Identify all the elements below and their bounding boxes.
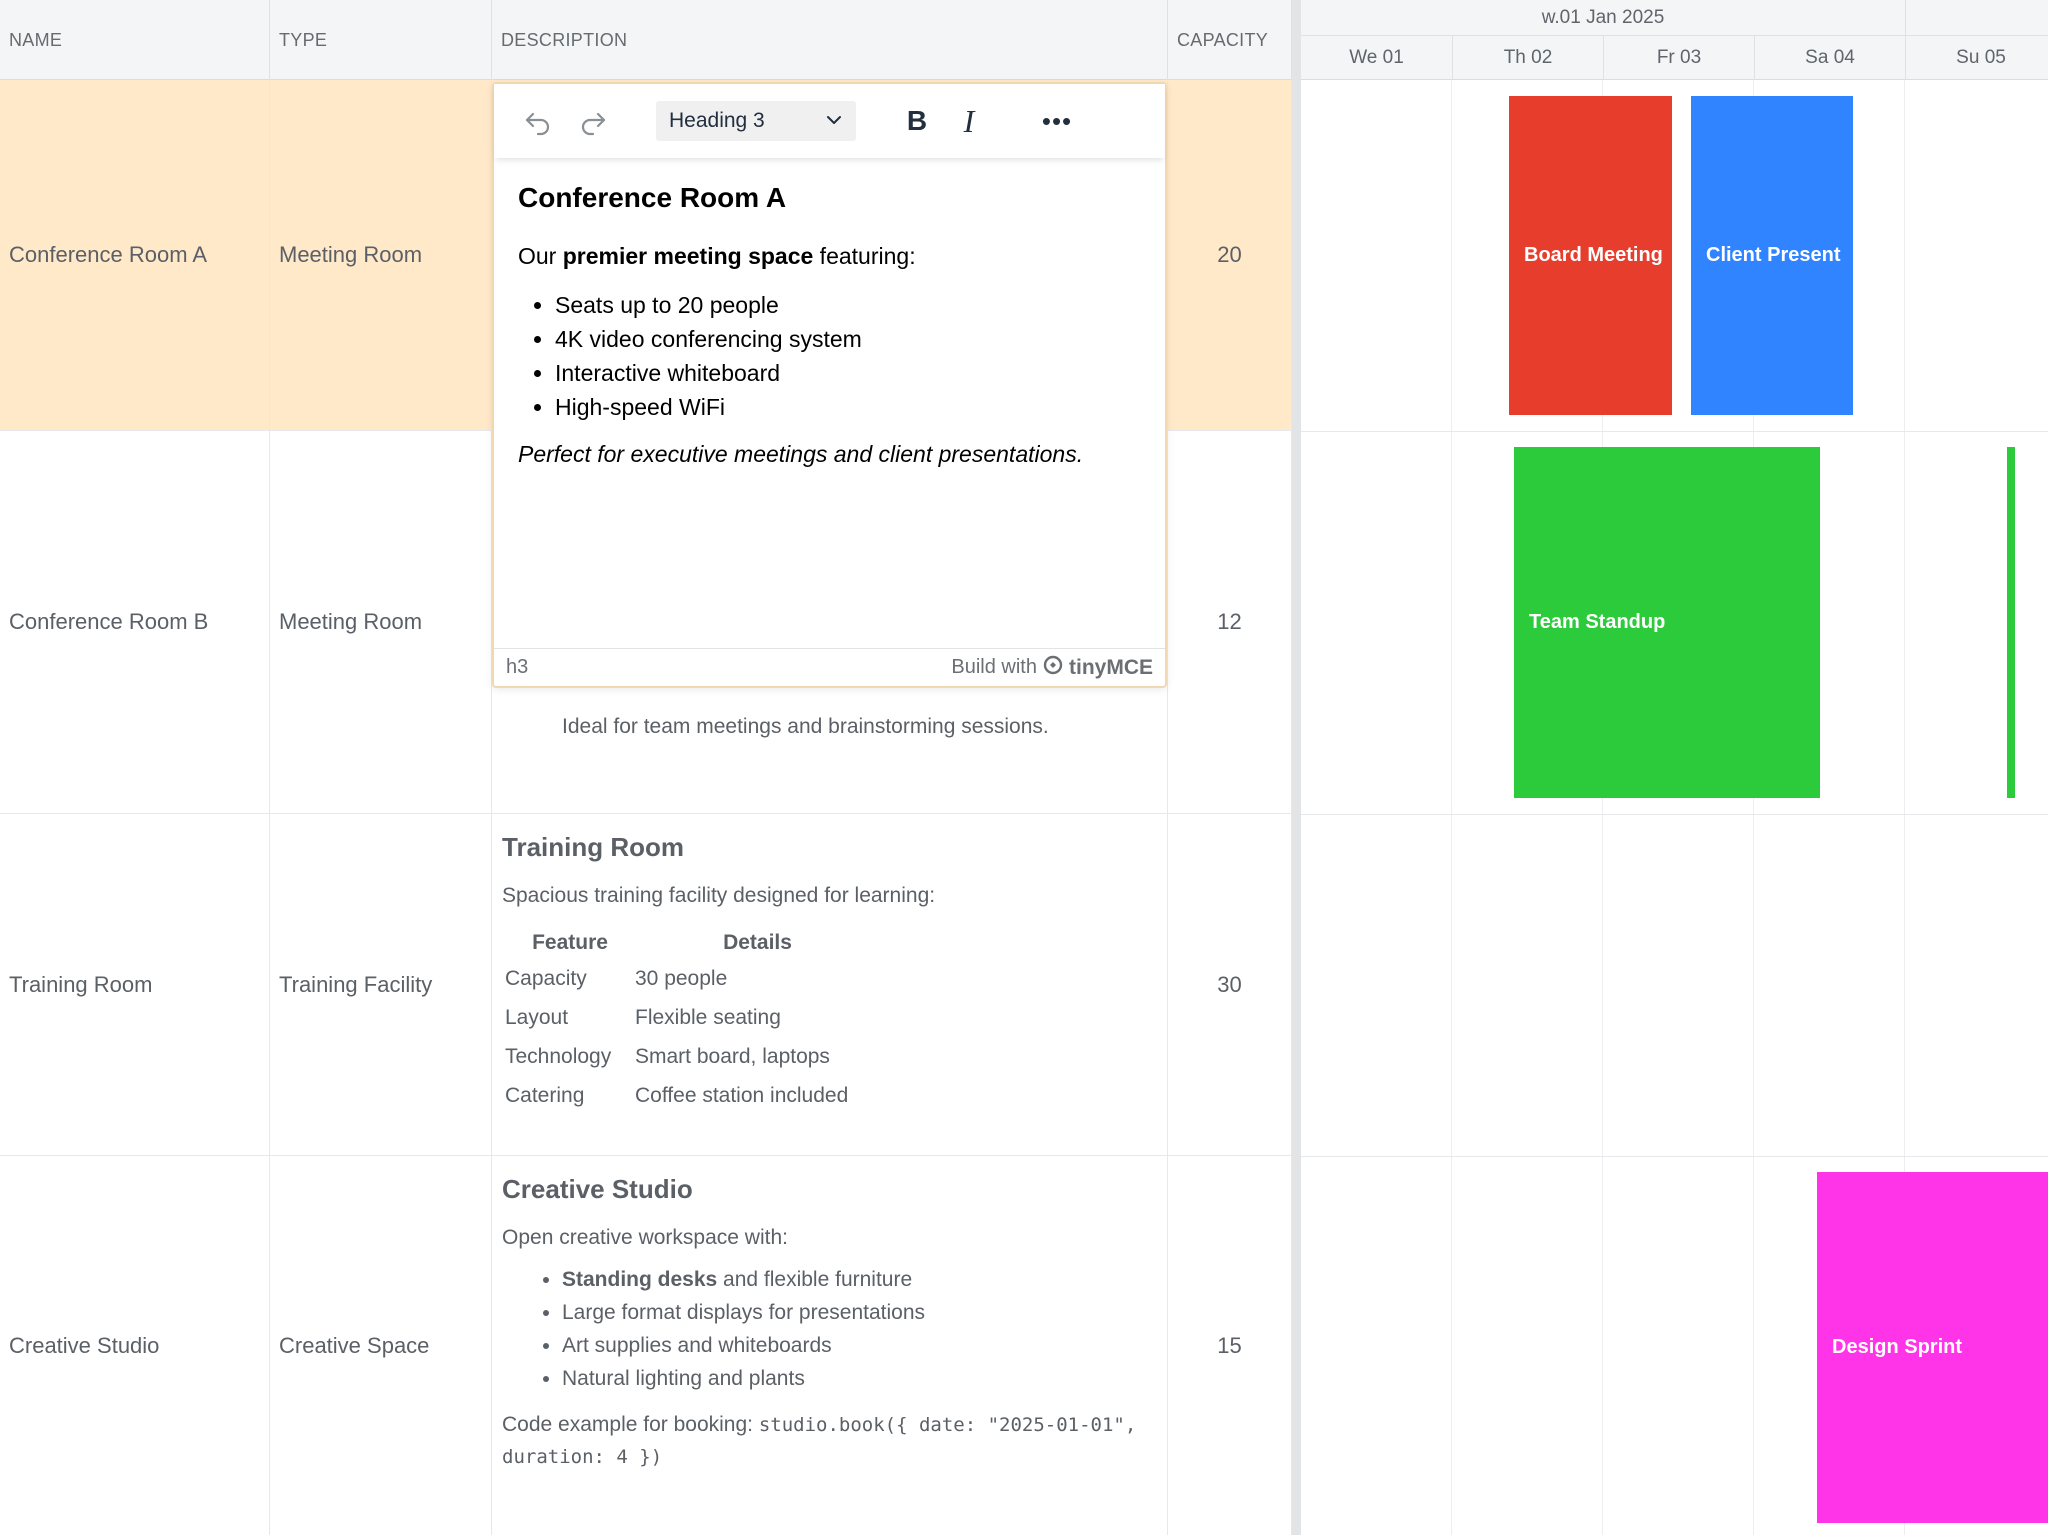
editor-toolbar: Heading 3 B I ••• bbox=[494, 84, 1165, 158]
scheduler-area[interactable]: Board Meeting Client Present Team Standu… bbox=[1301, 80, 2048, 1535]
timeline-day: Th 02 bbox=[1452, 36, 1603, 80]
row-gridline bbox=[1301, 814, 2048, 815]
block-format-select[interactable]: Heading 3 bbox=[656, 101, 856, 141]
feature-list: Standing desks and flexible furniture La… bbox=[562, 1263, 1157, 1395]
table-cell: Catering bbox=[505, 1084, 585, 1107]
row-gridline bbox=[1301, 1156, 2048, 1157]
code-example: Code example for booking: studio.book({ … bbox=[502, 1409, 1157, 1473]
editor-statusbar: h3 Build with tinyMCE bbox=[494, 648, 1165, 686]
event-bar[interactable]: Design Sprint bbox=[1817, 1172, 2048, 1523]
cell-name[interactable]: Conference Room A bbox=[0, 80, 270, 430]
tinymce-brand: tinyMCE bbox=[1069, 655, 1153, 679]
list-item: Large format displays for presentations bbox=[562, 1296, 1157, 1329]
code-prefix: Code example for booking: bbox=[502, 1413, 759, 1436]
event-bar[interactable] bbox=[2007, 447, 2015, 798]
day-gridline bbox=[1451, 80, 1452, 1535]
table-header-feature: Feature bbox=[532, 931, 608, 954]
grid-header: NAME TYPE DESCRIPTION CAPACITY w.01 Jan … bbox=[0, 0, 2048, 80]
column-header-name[interactable]: NAME bbox=[0, 0, 270, 80]
event-bar[interactable]: Client Present bbox=[1691, 96, 1853, 415]
cell-name[interactable]: Training Room bbox=[0, 814, 270, 1155]
tinymce-logo-icon bbox=[1043, 655, 1063, 681]
undo-icon[interactable] bbox=[518, 101, 558, 141]
list-item-bold: Standing desks bbox=[562, 1268, 718, 1291]
editor-bullet-list: Seats up to 20 people 4K video conferenc… bbox=[555, 288, 1148, 424]
cell-capacity[interactable]: 30 bbox=[1168, 814, 1292, 1155]
table-cell: Flexible seating bbox=[635, 1006, 781, 1029]
cell-type[interactable]: Training Facility bbox=[270, 814, 492, 1155]
redo-icon[interactable] bbox=[573, 101, 613, 141]
cell-description[interactable]: Training Room Spacious training facility… bbox=[492, 814, 1168, 1155]
description-title: Training Room bbox=[502, 832, 684, 862]
editor-heading: Conference Room A bbox=[518, 182, 787, 213]
editor-paragraph: Our premier meeting space featuring: bbox=[518, 240, 1148, 272]
timeline-week-next bbox=[1905, 0, 2048, 36]
list-item-rest: and flexible furniture bbox=[717, 1268, 913, 1291]
list-item: High-speed WiFi bbox=[555, 390, 1148, 424]
block-format-label: Heading 3 bbox=[669, 109, 765, 132]
cell-type[interactable]: Creative Space bbox=[270, 1156, 492, 1535]
column-header-description[interactable]: DESCRIPTION bbox=[492, 0, 1168, 80]
cell-name[interactable]: Creative Studio bbox=[0, 1156, 270, 1535]
timeline-day: We 01 bbox=[1349, 47, 1404, 68]
bold-icon[interactable]: B bbox=[897, 101, 937, 141]
table-cell: Technology bbox=[505, 1045, 612, 1068]
italic-icon[interactable]: I bbox=[949, 101, 989, 141]
column-header-capacity[interactable]: CAPACITY bbox=[1168, 0, 1292, 80]
timeline-week-label: w.01 Jan 2025 bbox=[1301, 0, 1905, 36]
list-item: Seats up to 20 people bbox=[555, 288, 1148, 322]
more-icon[interactable]: ••• bbox=[1037, 101, 1077, 141]
list-item: Natural lighting and plants bbox=[562, 1362, 1157, 1395]
editor-content[interactable]: Conference Room A Our premier meeting sp… bbox=[518, 182, 1148, 486]
list-item: Art supplies and whiteboards bbox=[562, 1329, 1157, 1362]
splitter[interactable] bbox=[1292, 0, 1301, 1535]
para-bold-text: premier meeting space bbox=[562, 243, 814, 269]
table-cell: 30 people bbox=[635, 967, 728, 990]
element-path[interactable]: h3 bbox=[506, 656, 528, 679]
cell-capacity[interactable]: 20 bbox=[1168, 80, 1292, 430]
table-cell: Capacity bbox=[505, 967, 587, 990]
tinymce-branding[interactable]: Build with tinyMCE bbox=[951, 655, 1153, 681]
timeline-day: Sa 04 bbox=[1754, 36, 1905, 80]
para-text: featuring: bbox=[813, 243, 916, 269]
table-cell: Layout bbox=[505, 1006, 569, 1029]
list-item: 4K video conferencing system bbox=[555, 322, 1148, 356]
editor-italic-line: Perfect for executive meetings and clien… bbox=[518, 441, 1084, 467]
features-table: Feature Details Capacity 30 people Layout… bbox=[505, 925, 880, 1115]
timeline-day: Su 05 bbox=[1905, 36, 2048, 80]
timeline-day: Fr 03 bbox=[1603, 36, 1754, 80]
table-cell: Coffee station included bbox=[635, 1084, 849, 1107]
description-title: Creative Studio bbox=[502, 1174, 693, 1204]
cell-description[interactable]: Creative Studio Open creative workspace … bbox=[492, 1156, 1168, 1535]
column-header-type[interactable]: TYPE bbox=[270, 0, 492, 80]
cell-capacity[interactable]: 15 bbox=[1168, 1156, 1292, 1535]
cell-type[interactable]: Meeting Room bbox=[270, 80, 492, 430]
description-text: Ideal for team meetings and brainstormin… bbox=[562, 715, 1049, 738]
table-row[interactable]: Creative Studio Creative Space Creative … bbox=[0, 1156, 1292, 1535]
cell-name[interactable]: Conference Room B bbox=[0, 431, 270, 813]
para-text: Our bbox=[518, 243, 563, 269]
table-cell: Smart board, laptops bbox=[635, 1045, 830, 1068]
build-with-label: Build with bbox=[951, 656, 1037, 678]
row-gridline bbox=[1301, 431, 2048, 432]
table-row[interactable]: Training Room Training Facility Training… bbox=[0, 814, 1292, 1156]
cell-capacity[interactable]: 12 bbox=[1168, 431, 1292, 813]
table-header-details: Details bbox=[723, 931, 792, 954]
cell-type[interactable]: Meeting Room bbox=[270, 431, 492, 813]
list-item: Interactive whiteboard bbox=[555, 356, 1148, 390]
list-item: Standing desks and flexible furniture bbox=[562, 1263, 1157, 1296]
description-intro: Spacious training facility designed for … bbox=[502, 884, 936, 907]
rich-text-editor[interactable]: Heading 3 B I ••• Conference Room A Our … bbox=[492, 82, 1167, 688]
chevron-down-icon bbox=[824, 110, 844, 136]
event-bar[interactable]: Board Meeting bbox=[1509, 96, 1672, 415]
event-bar[interactable]: Team Standup bbox=[1514, 447, 1820, 798]
description-intro: Open creative workspace with: bbox=[502, 1226, 788, 1249]
